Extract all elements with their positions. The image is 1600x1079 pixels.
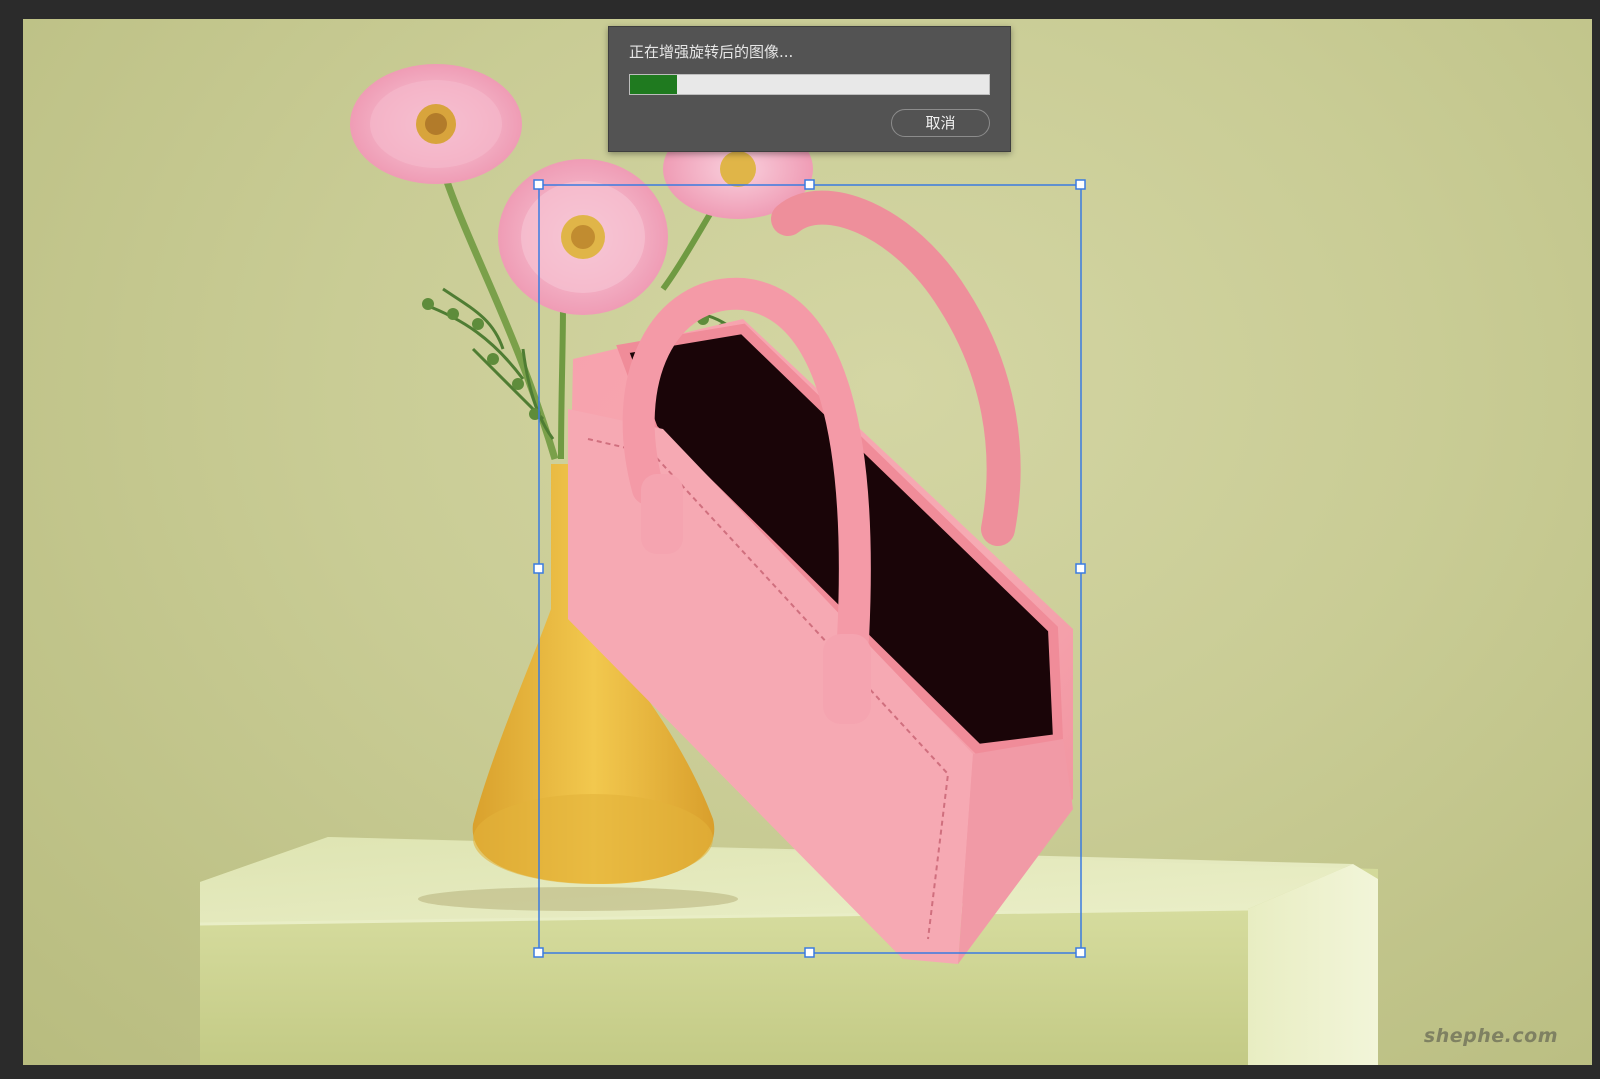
- photo-editor-window: shephe.com 正在增强旋转后的图像... 取消: [0, 0, 1600, 1079]
- progress-bar-fill: [630, 75, 677, 94]
- document-canvas[interactable]: shephe.com: [23, 19, 1592, 1065]
- watermark: shephe.com: [1423, 1025, 1558, 1047]
- transform-handle-top-left: [533, 179, 544, 190]
- progress-message: 正在增强旋转后的图像...: [629, 43, 794, 61]
- transform-handle-bottom-left: [533, 947, 544, 958]
- transform-handle-top-center: [804, 179, 815, 190]
- progress-bar: [629, 74, 990, 95]
- transform-handle-bottom-center: [804, 947, 815, 958]
- cancel-button[interactable]: 取消: [891, 109, 990, 137]
- transform-handle-middle-left: [533, 563, 544, 574]
- progress-dialog: 正在增强旋转后的图像... 取消: [608, 26, 1011, 152]
- transform-handle-middle-right: [1075, 563, 1086, 574]
- canvas-image: [199, 64, 1378, 1065]
- transform-handle-top-right: [1075, 179, 1086, 190]
- transform-handle-bottom-right: [1075, 947, 1086, 958]
